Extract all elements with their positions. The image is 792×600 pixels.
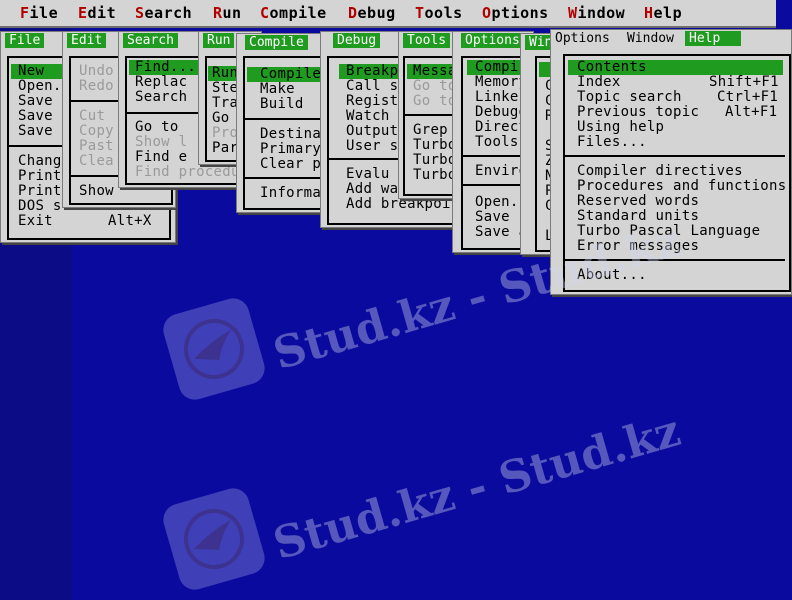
file-title-tab[interactable]: File: [5, 33, 45, 48]
search-again[interactable]: Search: [135, 90, 187, 105]
edit-undo[interactable]: Undo: [79, 64, 114, 79]
help-title-help[interactable]: Help: [685, 31, 741, 46]
menu-run[interactable]: Run: [213, 4, 242, 22]
menu-window[interactable]: Window: [568, 4, 625, 22]
compile-clear-primary[interactable]: Clear p: [260, 157, 321, 172]
edit-paste[interactable]: Past: [79, 139, 114, 154]
file-change-dir[interactable]: Chang: [18, 154, 62, 169]
debug-title-tab[interactable]: Debug: [333, 33, 381, 48]
help-title-window[interactable]: Window: [623, 31, 678, 46]
run-program-reset[interactable]: Pro: [212, 126, 238, 141]
compile-make[interactable]: Make: [260, 82, 295, 97]
file-exit[interactable]: Exit: [18, 214, 53, 229]
compile-destination[interactable]: Destina: [260, 127, 321, 142]
edit-redo[interactable]: Redo: [79, 79, 114, 94]
help-topic-search[interactable]: Topic search: [577, 90, 682, 105]
debug-breakpoints[interactable]: Breakp: [346, 64, 398, 79]
compile-build[interactable]: Build: [260, 97, 304, 112]
debug-evaluate[interactable]: Evalu: [346, 167, 390, 182]
menu-edit[interactable]: Edit: [78, 4, 116, 22]
edit-title-tab[interactable]: Edit: [67, 33, 107, 48]
menu-search[interactable]: Search: [135, 4, 192, 22]
run-run[interactable]: Run: [212, 66, 238, 81]
compile-compile[interactable]: Compile: [260, 67, 321, 82]
search-find-error[interactable]: Find e: [135, 150, 187, 165]
tools-turbo-profiler[interactable]: Turbo: [413, 168, 457, 183]
file-dos-shell[interactable]: DOS s: [18, 199, 62, 214]
help-compiler-directives[interactable]: Compiler directives: [577, 164, 743, 179]
help-index-shortcut: Shift+F1: [709, 74, 779, 90]
search-find[interactable]: Find...: [135, 60, 196, 75]
file-exit-shortcut: Alt+X: [108, 213, 152, 229]
help-procedures-functions[interactable]: Procedures and functions: [577, 179, 787, 194]
help-topic-search-shortcut: Ctrl+F1: [717, 89, 779, 105]
file-new[interactable]: New: [18, 64, 44, 79]
edit-clear[interactable]: Clea: [79, 154, 114, 169]
help-contents[interactable]: Contents: [577, 60, 647, 75]
tools-title-tab[interactable]: Tools: [403, 33, 451, 48]
run-parameters[interactable]: Par: [212, 141, 238, 156]
help-previous-topic-shortcut: Alt+F1: [725, 104, 778, 120]
help-reserved-words[interactable]: Reserved words: [577, 194, 699, 209]
options-tools[interactable]: Tools: [475, 135, 519, 150]
help-files[interactable]: Files...: [577, 135, 647, 150]
tools-grep[interactable]: Grep: [413, 123, 448, 138]
tools-messages[interactable]: Messa: [413, 64, 457, 79]
file-printer-setup[interactable]: Print: [18, 184, 62, 199]
options-title-tab[interactable]: Options: [461, 33, 524, 48]
help-previous-topic[interactable]: Previous topic: [577, 105, 699, 120]
tools-go-to-previous[interactable]: Go to: [413, 94, 457, 109]
options-compiler[interactable]: Compi: [475, 60, 519, 75]
file-save-as[interactable]: Save: [18, 109, 53, 124]
menu-options[interactable]: Options: [482, 4, 549, 22]
run-trace-into[interactable]: Tra: [212, 96, 238, 111]
options-save[interactable]: Save: [475, 210, 510, 225]
menu-debug[interactable]: Debug: [348, 4, 396, 22]
run-go-to-cursor[interactable]: Go: [212, 111, 229, 126]
file-save-all[interactable]: Save: [18, 124, 53, 139]
edit-show-clipboard[interactable]: Show: [79, 184, 114, 199]
menu-tools[interactable]: Tools: [415, 4, 463, 22]
run-step-over[interactable]: Ste: [212, 81, 238, 96]
menu-help[interactable]: Help: [644, 4, 682, 22]
tools-go-to-next[interactable]: Go to: [413, 79, 457, 94]
compile-primary-file[interactable]: Primary: [260, 142, 321, 157]
edit-copy[interactable]: Copy: [79, 124, 114, 139]
help-using-help[interactable]: Using help: [577, 120, 664, 135]
main-menu-bar: File Edit Search Run Compile Debug Tools…: [0, 0, 776, 28]
debug-watch[interactable]: Watch: [346, 109, 390, 124]
search-title-tab[interactable]: Search: [123, 33, 178, 48]
debug-call-stack[interactable]: Call s: [346, 79, 398, 94]
run-title-tab[interactable]: Run: [203, 33, 235, 48]
tools-turbo-debugger[interactable]: Turbo: [413, 153, 457, 168]
edit-cut[interactable]: Cut: [79, 109, 105, 124]
menu-compile[interactable]: Compile: [260, 4, 327, 22]
debug-add-breakpoint[interactable]: Add breakpoi: [346, 197, 451, 212]
file-print[interactable]: Print: [18, 169, 62, 184]
debug-output[interactable]: Output: [346, 124, 398, 139]
compile-title-tab[interactable]: Compile: [245, 35, 308, 50]
file-save[interactable]: Save: [18, 94, 53, 109]
debug-user-screen[interactable]: User s: [346, 139, 398, 154]
search-go-to-line[interactable]: Go to: [135, 120, 179, 135]
tools-turbo-assembler[interactable]: Turbo: [413, 138, 457, 153]
search-find-procedure[interactable]: Find procedu: [135, 165, 240, 180]
help-standard-units[interactable]: Standard units: [577, 209, 699, 224]
file-open[interactable]: Open.: [18, 79, 62, 94]
debug-register[interactable]: Regist: [346, 94, 398, 109]
search-replace[interactable]: Replac: [135, 75, 187, 90]
help-index[interactable]: Index: [577, 75, 621, 90]
options-open[interactable]: Open.: [475, 195, 519, 210]
help-title-options[interactable]: Options: [551, 31, 614, 46]
compile-information[interactable]: Informa: [260, 186, 321, 201]
search-show-last[interactable]: Show l: [135, 135, 187, 150]
menu-file[interactable]: File: [20, 4, 58, 22]
